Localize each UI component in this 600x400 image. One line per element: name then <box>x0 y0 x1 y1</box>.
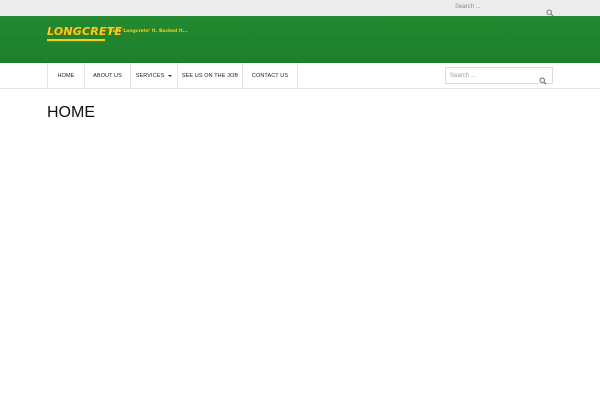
main-nav: HOME ABOUT US SERVICES SEE US ON THE JOB… <box>47 63 298 88</box>
logo-underline <box>47 39 105 42</box>
site-logo[interactable]: LONGCRETE Bust 'Longcrete' It. Backed It… <box>47 26 188 46</box>
nav-item-label[interactable]: ABOUT US <box>93 73 122 79</box>
top-utility-bar: Search ... <box>0 0 600 17</box>
search-icon[interactable] <box>539 72 547 85</box>
nav-search-field[interactable]: Search ... <box>445 67 553 85</box>
nav-search-placeholder[interactable]: Search ... <box>450 71 476 81</box>
top-search-placeholder[interactable]: Search ... <box>455 2 481 13</box>
nav-item-services[interactable]: SERVICES <box>131 63 178 88</box>
nav-item-label[interactable]: CONTACT US <box>252 73 288 79</box>
nav-item-label[interactable]: HOME <box>58 73 75 79</box>
nav-item-label[interactable]: SEE US ON THE JOB <box>182 73 238 79</box>
nav-item-about-us[interactable]: ABOUT US <box>85 63 131 88</box>
search-icon[interactable] <box>546 4 554 17</box>
nav-item-see-us-on-the-job[interactable]: SEE US ON THE JOB <box>178 63 243 88</box>
page-title: HOME <box>47 104 95 121</box>
chevron-down-icon[interactable] <box>168 74 173 77</box>
logo-tagline: Bust 'Longcrete' It. Backed It... <box>109 29 188 34</box>
top-search-field[interactable]: Search ... <box>452 1 556 17</box>
main-navigation-bar: HOME ABOUT US SERVICES SEE US ON THE JOB… <box>0 63 600 89</box>
nav-item-home[interactable]: HOME <box>48 63 85 88</box>
site-header: LONGCRETE Bust 'Longcrete' It. Backed It… <box>0 16 600 63</box>
nav-item-label[interactable]: SERVICES <box>136 73 165 79</box>
nav-item-contact-us[interactable]: CONTACT US <box>243 63 298 88</box>
